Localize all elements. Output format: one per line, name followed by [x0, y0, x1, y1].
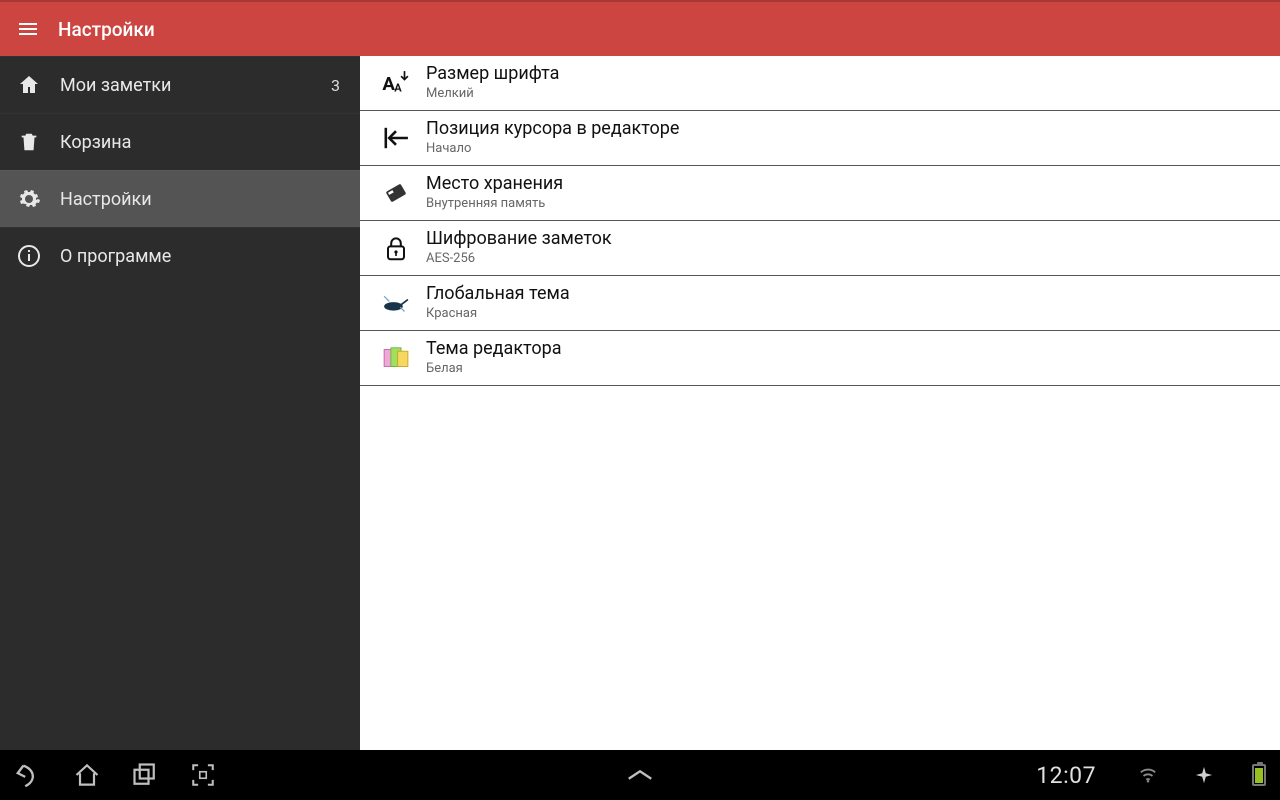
expand-up-button[interactable] — [625, 760, 655, 790]
brush-icon — [376, 283, 416, 323]
sidebar-item-label: Настройки — [60, 189, 152, 210]
app-bar: Настройки — [0, 0, 1280, 56]
main-split: Мои заметки 3 Корзина Настройки О пр — [0, 56, 1280, 750]
battery-icon — [1242, 764, 1266, 786]
recent-apps-button[interactable] — [130, 760, 160, 790]
setting-encryption[interactable]: Шифрование заметок AES-256 — [360, 221, 1280, 276]
font-size-icon: A A — [376, 63, 416, 103]
setting-value: Внутренняя память — [426, 196, 563, 212]
svg-text:A: A — [382, 73, 395, 95]
setting-cursor-position[interactable]: Позиция курсора в редакторе Начало — [360, 111, 1280, 166]
svg-text:A: A — [394, 82, 402, 95]
lock-icon — [376, 228, 416, 268]
setting-value: Белая — [426, 361, 562, 377]
setting-value: Начало — [426, 141, 679, 157]
system-nav-bar: 12:07 — [0, 750, 1280, 800]
setting-value: AES-256 — [426, 251, 612, 267]
wifi-icon — [1138, 765, 1158, 785]
sidebar-item-label: О программе — [60, 246, 171, 267]
sidebar-item-about[interactable]: О программе — [0, 227, 360, 284]
screenshot-button[interactable] — [188, 760, 218, 790]
trash-icon — [16, 129, 42, 155]
setting-title: Шифрование заметок — [426, 229, 612, 250]
sidebar-item-settings[interactable]: Настройки — [0, 170, 360, 227]
home-icon — [16, 72, 42, 98]
setting-editor-theme[interactable]: Тема редактора Белая — [360, 331, 1280, 386]
palette-icon — [376, 338, 416, 378]
notes-count-badge: 3 — [331, 76, 340, 95]
setting-storage-location[interactable]: Место хранения Внутренняя память — [360, 166, 1280, 221]
setting-value: Мелкий — [426, 86, 559, 102]
setting-title: Место хранения — [426, 174, 563, 195]
setting-title: Глобальная тема — [426, 284, 570, 305]
sidebar-item-label: Мои заметки — [60, 75, 171, 96]
sidebar: Мои заметки 3 Корзина Настройки О пр — [0, 56, 360, 750]
sidebar-item-my-notes[interactable]: Мои заметки 3 — [0, 56, 360, 113]
setting-value: Красная — [426, 306, 570, 322]
setting-font-size[interactable]: A A Размер шрифта Мелкий — [360, 56, 1280, 111]
page-title: Настройки — [58, 18, 155, 41]
info-icon — [16, 243, 42, 269]
status-clock: 12:07 — [1036, 762, 1096, 789]
settings-list: A A Размер шрифта Мелкий — [360, 56, 1280, 750]
airplane-mode-icon — [1194, 765, 1214, 785]
gear-icon — [16, 186, 42, 212]
setting-title: Размер шрифта — [426, 64, 559, 85]
cursor-start-icon — [376, 118, 416, 158]
back-button[interactable] — [14, 760, 44, 790]
storage-icon — [376, 173, 416, 213]
setting-title: Тема редактора — [426, 339, 562, 360]
sidebar-item-label: Корзина — [60, 132, 131, 153]
setting-global-theme[interactable]: Глобальная тема Красная — [360, 276, 1280, 331]
sidebar-item-trash[interactable]: Корзина — [0, 113, 360, 170]
setting-title: Позиция курсора в редакторе — [426, 119, 679, 140]
home-button[interactable] — [72, 760, 102, 790]
hamburger-icon — [16, 17, 40, 41]
menu-button[interactable] — [12, 13, 44, 45]
